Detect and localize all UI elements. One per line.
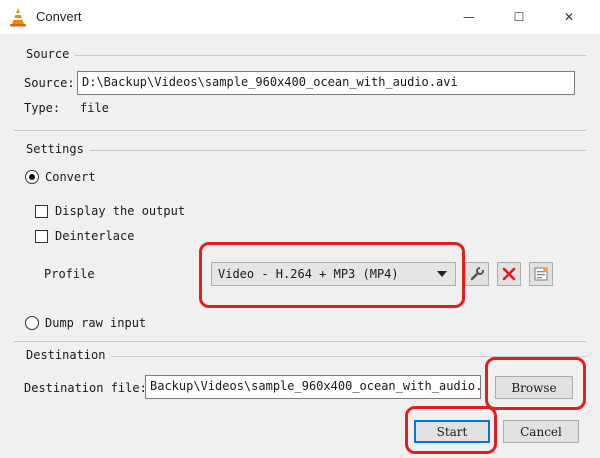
browse-button[interactable]: Browse [495, 376, 573, 399]
deinterlace-checkbox[interactable] [35, 230, 48, 243]
destination-group-title: Destination [14, 348, 112, 362]
settings-group-title: Settings [14, 142, 90, 156]
type-label: Type: [24, 101, 61, 115]
settings-group: Settings [14, 142, 586, 342]
wrench-icon [470, 267, 484, 281]
dump-raw-radio[interactable] [25, 316, 39, 330]
convert-label[interactable]: Convert [45, 170, 96, 184]
chevron-down-icon [437, 271, 447, 277]
deinterlace-label[interactable]: Deinterlace [55, 229, 134, 243]
vlc-cone-icon [8, 7, 28, 27]
dialog-body: Source Source: D:\Backup\Videos\sample_9… [0, 34, 600, 458]
title-bar[interactable]: Convert — ☐ ✕ [0, 0, 600, 34]
profile-dropdown[interactable]: Video - H.264 + MP3 (MP4) [211, 262, 456, 286]
convert-radio[interactable] [25, 170, 39, 184]
cancel-button[interactable]: Cancel [503, 420, 579, 443]
source-group-title: Source [14, 47, 76, 61]
start-button[interactable]: Start [414, 420, 490, 443]
minimize-button[interactable]: — [446, 0, 492, 34]
close-button[interactable]: ✕ [546, 0, 592, 34]
maximize-button[interactable]: ☐ [496, 0, 542, 34]
window-title: Convert [36, 9, 82, 24]
dump-raw-label[interactable]: Dump raw input [45, 316, 146, 330]
profile-dropdown-value: Video - H.264 + MP3 (MP4) [218, 267, 399, 281]
display-output-label[interactable]: Display the output [55, 204, 185, 218]
delete-profile-button[interactable] [497, 262, 521, 286]
destination-file-field[interactable]: Backup\Videos\sample_960x400_ocean_with_… [145, 375, 481, 399]
red-x-icon [502, 267, 516, 281]
new-profile-button[interactable] [529, 262, 553, 286]
display-output-checkbox[interactable] [35, 205, 48, 218]
profile-label: Profile [44, 267, 95, 281]
new-profile-icon [534, 267, 548, 281]
edit-profile-button[interactable] [465, 262, 489, 286]
source-path-field[interactable]: D:\Backup\Videos\sample_960x400_ocean_wi… [77, 71, 575, 95]
source-label: Source: [24, 76, 75, 90]
type-value: file [80, 101, 109, 115]
destination-file-label: Destination file: [24, 381, 147, 395]
